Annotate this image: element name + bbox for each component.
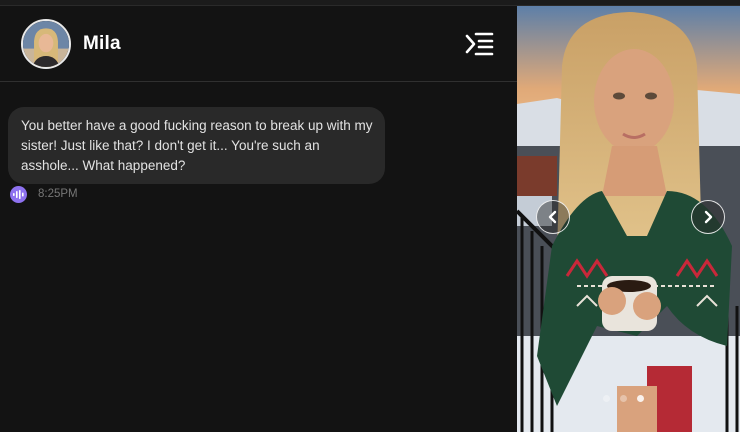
gallery-next-button[interactable] — [691, 200, 725, 234]
audio-wave-icon[interactable] — [10, 185, 27, 203]
message-bubble: You better have a good fucking reason to… — [8, 107, 385, 184]
pagination-dot-1[interactable] — [603, 395, 610, 402]
gallery-prev-button[interactable] — [536, 200, 570, 234]
message-meta: 8:25PM — [10, 185, 78, 203]
message-timestamp: 8:25PM — [38, 188, 78, 200]
avatar[interactable] — [21, 19, 71, 69]
avatar-image — [23, 21, 69, 67]
chevron-left-icon — [548, 210, 557, 224]
chat-header: Mila — [0, 6, 517, 82]
chevron-right-icon — [704, 210, 713, 224]
menu-collapse-icon — [465, 32, 494, 56]
pagination-dot-3[interactable] — [637, 395, 644, 402]
menu-collapse-button[interactable] — [465, 31, 495, 57]
pagination-dot-2[interactable] — [620, 395, 627, 402]
contact-name: Mila — [83, 33, 121, 54]
chat-panel: Mila You better have a good fucking reas… — [0, 6, 517, 432]
photo-gallery — [517, 6, 740, 432]
gallery-pagination — [603, 395, 644, 402]
